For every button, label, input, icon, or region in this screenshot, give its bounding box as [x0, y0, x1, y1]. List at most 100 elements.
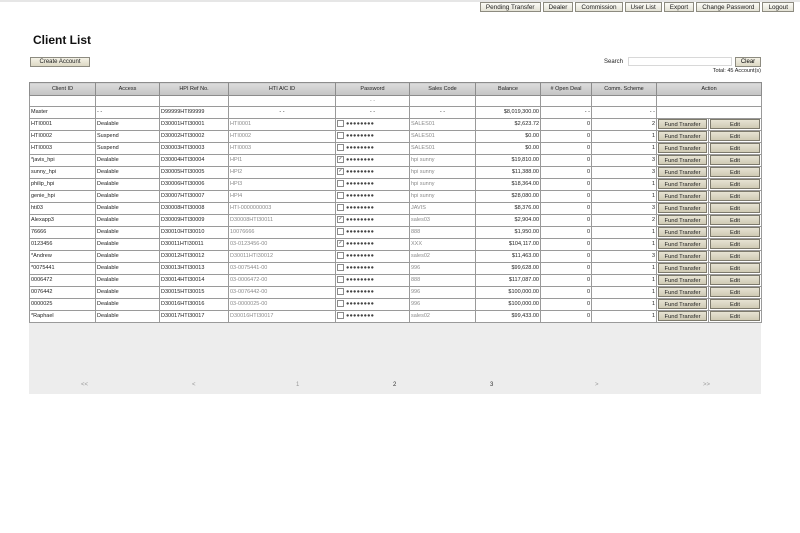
clear-button[interactable]: Clear: [735, 57, 761, 67]
edit-button[interactable]: Edit: [710, 311, 761, 321]
edit-button[interactable]: Edit: [710, 119, 761, 129]
open-deal: 0: [540, 309, 592, 323]
password-mask: ●●●●●●●●: [346, 157, 375, 164]
edit-button[interactable]: Edit: [710, 251, 761, 261]
filter-cell[interactable]: [159, 95, 229, 107]
page-2[interactable]: 2: [393, 382, 396, 388]
page-first[interactable]: <<: [81, 382, 88, 388]
edit-button[interactable]: Edit: [710, 179, 761, 189]
page-next[interactable]: >: [595, 382, 599, 388]
filter-cell[interactable]: [591, 95, 657, 107]
show-password-checkbox[interactable]: ✓: [337, 240, 344, 248]
filter-cell[interactable]: [29, 95, 96, 107]
filter-cell[interactable]: [95, 95, 160, 107]
fund-transfer-button[interactable]: Fund Transfer: [658, 191, 707, 201]
fund-transfer-button[interactable]: Fund Transfer: [658, 203, 707, 213]
edit-cell: Edit: [707, 177, 763, 191]
fund-transfer-button[interactable]: Fund Transfer: [658, 143, 707, 153]
edit-button[interactable]: Edit: [710, 275, 761, 285]
col-password[interactable]: Password: [335, 82, 410, 96]
show-password-checkbox[interactable]: [337, 180, 344, 188]
col-open-deal[interactable]: # Open Deal: [540, 82, 592, 96]
hti-ac-id: D30016HTI30017: [228, 309, 336, 323]
show-password-checkbox[interactable]: [337, 276, 344, 284]
fund-transfer-button[interactable]: Fund Transfer: [658, 251, 707, 261]
edit-button[interactable]: Edit: [710, 155, 761, 165]
fund-transfer-button[interactable]: Fund Transfer: [658, 179, 707, 189]
access: Dealable: [95, 153, 160, 167]
nav-change-password[interactable]: Change Password: [696, 2, 761, 12]
comm-scheme: 3: [591, 249, 657, 263]
edit-button[interactable]: Edit: [710, 215, 761, 225]
nav-export[interactable]: Export: [663, 2, 695, 12]
edit-button[interactable]: Edit: [710, 239, 761, 249]
page-prev[interactable]: <: [192, 382, 196, 388]
fund-transfer-button[interactable]: Fund Transfer: [658, 311, 707, 321]
fund-transfer-button[interactable]: Fund Transfer: [658, 299, 707, 309]
show-password-checkbox[interactable]: [337, 312, 344, 320]
edit-cell: Edit: [707, 309, 763, 323]
edit-button[interactable]: Edit: [710, 227, 761, 237]
show-password-checkbox[interactable]: [337, 192, 344, 200]
open-deal: 0: [540, 261, 592, 275]
page-3[interactable]: 3: [490, 382, 493, 388]
show-password-checkbox[interactable]: [337, 252, 344, 260]
show-password-checkbox[interactable]: [337, 120, 344, 128]
nav-pending-transfer[interactable]: Pending Transfer: [479, 2, 541, 12]
nav-user-list[interactable]: User List: [624, 2, 662, 12]
edit-button[interactable]: Edit: [710, 143, 761, 153]
show-password-checkbox[interactable]: [337, 204, 344, 212]
page-last[interactable]: >>: [703, 382, 710, 388]
page-1[interactable]: 1: [296, 382, 299, 388]
col-hti-ac-id[interactable]: HTI A/C ID: [228, 82, 336, 96]
nav-logout[interactable]: Logout: [762, 2, 794, 12]
fund-transfer-button[interactable]: Fund Transfer: [658, 167, 707, 177]
show-password-checkbox[interactable]: [337, 288, 344, 296]
edit-button[interactable]: Edit: [710, 191, 761, 201]
filter-cell[interactable]: [409, 95, 476, 107]
search-input[interactable]: [628, 57, 732, 66]
edit-button[interactable]: Edit: [710, 287, 761, 297]
fund-transfer-button[interactable]: Fund Transfer: [658, 239, 707, 249]
nav-commission[interactable]: Commission: [575, 2, 623, 12]
filter-cell[interactable]: [540, 95, 592, 107]
edit-button[interactable]: Edit: [710, 299, 761, 309]
col-comm-scheme[interactable]: Comm. Scheme: [591, 82, 657, 96]
fund-transfer-button[interactable]: Fund Transfer: [658, 155, 707, 165]
filter-cell[interactable]: [228, 95, 336, 107]
show-password-checkbox[interactable]: [337, 264, 344, 272]
fund-transfer-button[interactable]: Fund Transfer: [658, 275, 707, 285]
show-password-checkbox[interactable]: ✓: [337, 168, 344, 176]
col-client-id[interactable]: Client ID: [29, 82, 96, 96]
show-password-checkbox[interactable]: ✓: [337, 156, 344, 164]
show-password-checkbox[interactable]: ✓: [337, 216, 344, 224]
show-password-checkbox[interactable]: [337, 300, 344, 308]
show-password-checkbox[interactable]: [337, 132, 344, 140]
fund-transfer-button[interactable]: Fund Transfer: [658, 119, 707, 129]
edit-button[interactable]: Edit: [710, 131, 761, 141]
col-action: Action: [655, 82, 763, 96]
fund-transfer-button[interactable]: Fund Transfer: [658, 215, 707, 225]
col-balance[interactable]: Balance: [475, 82, 541, 96]
comm-scheme: 1: [591, 309, 657, 323]
edit-button[interactable]: Edit: [710, 167, 761, 177]
open-deal: 0: [540, 237, 592, 251]
access: Dealable: [95, 261, 160, 275]
fund-transfer-button[interactable]: Fund Transfer: [658, 287, 707, 297]
password-cell: ●●●●●●●●: [335, 141, 410, 155]
edit-button[interactable]: Edit: [710, 263, 761, 273]
col-sales-code[interactable]: Sales Code: [409, 82, 476, 96]
edit-button[interactable]: Edit: [710, 203, 761, 213]
filter-cell[interactable]: [475, 95, 541, 107]
password-cell: ✓ ●●●●●●●●: [335, 165, 410, 179]
show-password-checkbox[interactable]: [337, 228, 344, 236]
fund-transfer-button[interactable]: Fund Transfer: [658, 227, 707, 237]
col-access[interactable]: Access: [95, 82, 160, 96]
nav-dealer[interactable]: Dealer: [542, 2, 574, 12]
fund-transfer-button[interactable]: Fund Transfer: [658, 131, 707, 141]
show-password-checkbox[interactable]: [337, 144, 344, 152]
col-hpi-ref[interactable]: HPI Ref No.: [159, 82, 229, 96]
fund-transfer-button[interactable]: Fund Transfer: [658, 263, 707, 273]
create-account-button[interactable]: Create Account: [30, 57, 90, 67]
balance: $19,810.00: [475, 153, 541, 167]
